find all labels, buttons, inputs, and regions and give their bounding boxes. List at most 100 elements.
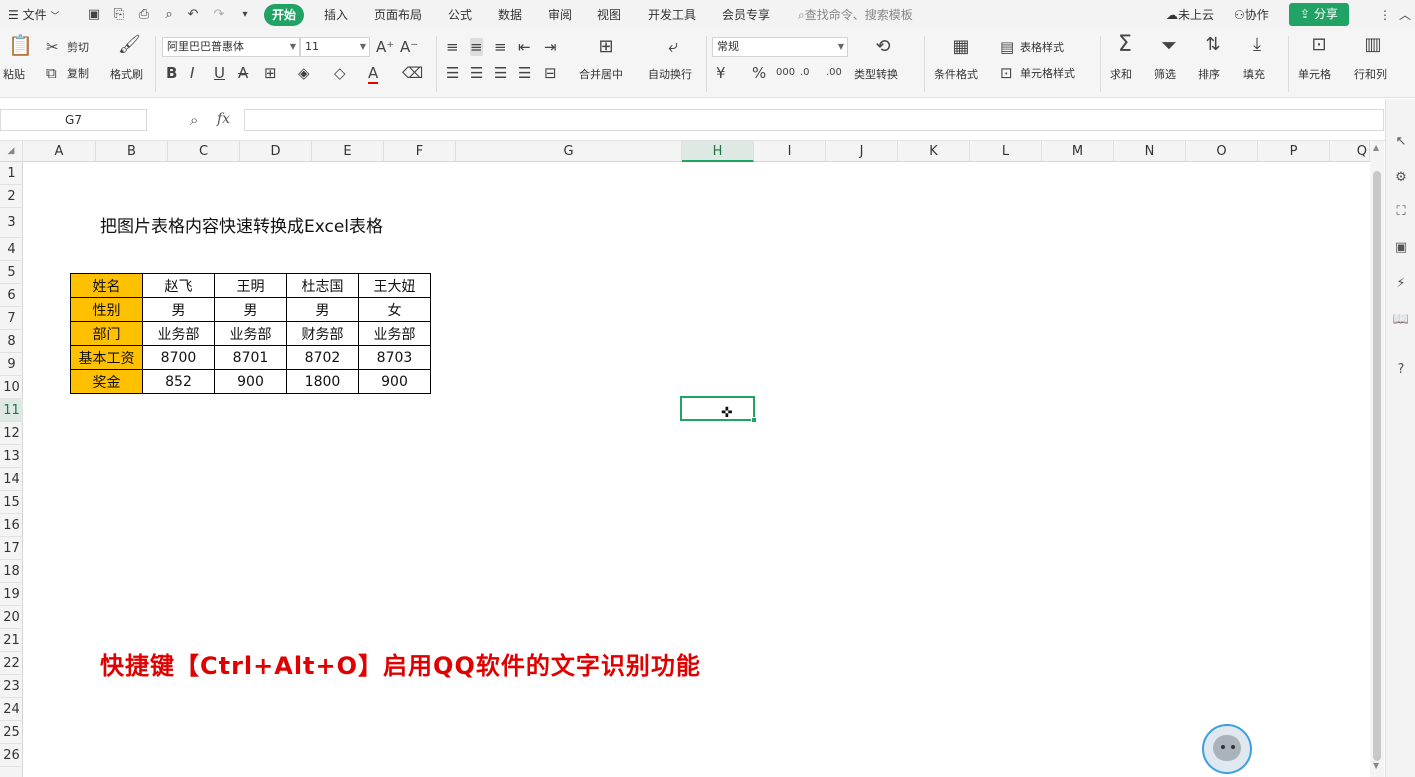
row-header[interactable]: 21 bbox=[0, 629, 23, 652]
table-cell[interactable]: 业务部 bbox=[358, 321, 431, 346]
underline-icon[interactable]: U bbox=[214, 64, 225, 82]
conditional-format-button[interactable]: 条件格式 bbox=[934, 68, 978, 82]
tab-review[interactable]: 审阅 bbox=[548, 0, 572, 30]
align-right-icon[interactable]: ☰ bbox=[494, 64, 507, 82]
share-button[interactable]: ⇪ 分享 bbox=[1289, 3, 1349, 26]
table-cell[interactable]: 852 bbox=[142, 369, 215, 394]
sheet-title-cell[interactable]: 把图片表格内容快速转换成Excel表格 bbox=[100, 212, 383, 237]
row-header[interactable]: 4 bbox=[0, 238, 23, 261]
settings-sliders-icon[interactable]: ⚙ bbox=[1392, 169, 1410, 187]
format-painter-button[interactable]: 格式刷 bbox=[110, 68, 143, 82]
row-header[interactable]: 5 bbox=[0, 261, 23, 284]
row-header[interactable]: 14 bbox=[0, 468, 23, 491]
align-middle-icon[interactable]: ≡ bbox=[470, 38, 483, 56]
active-cell[interactable] bbox=[680, 396, 757, 423]
scroll-down-icon[interactable]: ▼ bbox=[1373, 761, 1379, 770]
merge-center-button[interactable]: 合并居中 bbox=[579, 68, 623, 82]
fill-button[interactable]: 填充 bbox=[1243, 68, 1265, 82]
paste-button[interactable]: 粘贴 bbox=[3, 68, 25, 82]
crop-icon[interactable]: ⛶ bbox=[1392, 203, 1410, 221]
row-header[interactable]: 23 bbox=[0, 675, 23, 698]
row-header[interactable]: 13 bbox=[0, 445, 23, 468]
table-header-cell[interactable]: 性别 bbox=[70, 297, 143, 322]
collab-button[interactable]: ⚇协作 bbox=[1234, 0, 1269, 30]
book-icon[interactable]: 📖 bbox=[1392, 311, 1410, 329]
row-header[interactable]: 17 bbox=[0, 537, 23, 560]
column-header[interactable]: L bbox=[970, 141, 1042, 162]
name-box[interactable]: G7 bbox=[0, 109, 147, 131]
row-header[interactable]: 2 bbox=[0, 185, 23, 208]
help-icon[interactable]: ? bbox=[1392, 361, 1410, 379]
cell-grid[interactable] bbox=[23, 162, 1370, 777]
column-header[interactable]: G bbox=[456, 141, 682, 162]
font-color-icon[interactable]: A bbox=[368, 64, 379, 84]
currency-icon[interactable]: ¥ bbox=[716, 64, 726, 82]
table-cell[interactable]: 男 bbox=[142, 297, 215, 322]
type-convert-button[interactable]: 类型转换 bbox=[854, 68, 898, 82]
table-style-button[interactable]: 表格样式 bbox=[1020, 41, 1064, 55]
table-cell[interactable]: 业务部 bbox=[142, 321, 215, 346]
justify-icon[interactable]: ☰ bbox=[518, 64, 531, 82]
row-header[interactable]: 16 bbox=[0, 514, 23, 537]
row-header[interactable]: 24 bbox=[0, 698, 23, 721]
row-header[interactable]: 1 bbox=[0, 162, 23, 185]
table-cell[interactable]: 杜志国 bbox=[286, 273, 359, 298]
number-format-select[interactable]: 常规 ▼ bbox=[712, 37, 848, 57]
column-header[interactable]: K bbox=[898, 141, 970, 162]
redo-icon[interactable]: ↷ bbox=[210, 6, 228, 24]
decrease-font-icon[interactable]: A⁻ bbox=[400, 38, 418, 56]
filter-button[interactable]: 筛选 bbox=[1154, 68, 1176, 82]
indent-decrease-icon[interactable]: ⇤ bbox=[518, 38, 531, 56]
sort-button[interactable]: 排序 bbox=[1198, 68, 1220, 82]
table-header-cell[interactable]: 部门 bbox=[70, 321, 143, 346]
align-left-icon[interactable]: ☰ bbox=[446, 64, 459, 82]
tab-developer[interactable]: 开发工具 bbox=[648, 0, 696, 30]
table-cell[interactable]: 1800 bbox=[286, 369, 359, 394]
select-all-corner[interactable]: ◢ bbox=[0, 141, 23, 162]
scrollbar-thumb[interactable] bbox=[1373, 171, 1381, 761]
tab-member[interactable]: 会员专享 bbox=[722, 0, 770, 30]
tab-home[interactable]: 开始 bbox=[264, 4, 305, 26]
strikethrough-icon[interactable]: A bbox=[238, 64, 248, 82]
column-header[interactable]: B bbox=[96, 141, 168, 162]
print-preview-icon[interactable]: ⌕ bbox=[160, 6, 178, 24]
row-header-selected[interactable]: 11 bbox=[0, 399, 23, 422]
decrease-decimal-icon[interactable]: .00 bbox=[826, 64, 842, 82]
assistant-avatar[interactable] bbox=[1202, 724, 1252, 774]
thousands-icon[interactable]: 000 bbox=[776, 64, 795, 82]
sum-button[interactable]: 求和 bbox=[1110, 68, 1132, 82]
scroll-up-icon[interactable]: ▲ bbox=[1373, 143, 1379, 152]
collapse-ribbon-icon[interactable]: ︿ bbox=[1396, 6, 1414, 24]
distribute-icon[interactable]: ⊟ bbox=[544, 64, 557, 82]
column-header[interactable]: E bbox=[312, 141, 384, 162]
row-header[interactable]: 12 bbox=[0, 422, 23, 445]
cloud-status[interactable]: ☁未上云 bbox=[1166, 0, 1214, 30]
pointer-icon[interactable]: ↖ bbox=[1392, 133, 1410, 151]
column-header[interactable]: P bbox=[1258, 141, 1330, 162]
tab-formulas[interactable]: 公式 bbox=[448, 0, 472, 30]
zoom-icon[interactable]: ⌕ bbox=[190, 111, 198, 129]
row-header[interactable]: 26 bbox=[0, 744, 23, 767]
shortcut-note-cell[interactable]: 快捷键【Ctrl+Alt+O】启用QQ软件的文字识别功能 bbox=[100, 646, 701, 681]
table-cell[interactable]: 王明 bbox=[214, 273, 287, 298]
percent-icon[interactable]: % bbox=[752, 64, 766, 82]
row-header[interactable]: 20 bbox=[0, 606, 23, 629]
column-header[interactable]: C bbox=[168, 141, 240, 162]
paint-bucket-icon[interactable]: ◇ bbox=[334, 64, 346, 82]
table-cell[interactable]: 财务部 bbox=[286, 321, 359, 346]
command-search[interactable]: ⌕查找命令、搜索模板 bbox=[798, 0, 913, 30]
lightning-icon[interactable]: ⚡ bbox=[1392, 275, 1410, 293]
table-cell[interactable]: 8700 bbox=[142, 345, 215, 370]
table-header-cell[interactable]: 基本工资 bbox=[70, 345, 143, 370]
fill-handle[interactable] bbox=[751, 417, 757, 423]
row-header[interactable]: 7 bbox=[0, 307, 23, 330]
row-header[interactable]: 10 bbox=[0, 376, 23, 399]
increase-font-icon[interactable]: A⁺ bbox=[376, 38, 394, 56]
table-cell[interactable]: 900 bbox=[358, 369, 431, 394]
file-menu[interactable]: ☰ 文件 ﹀ bbox=[8, 0, 59, 30]
row-header[interactable]: 6 bbox=[0, 284, 23, 307]
font-size-select[interactable]: 11 ▼ bbox=[300, 37, 370, 57]
bold-icon[interactable]: B bbox=[166, 64, 177, 82]
vertical-scrollbar[interactable]: ▲ ▼ bbox=[1370, 141, 1384, 777]
table-header-cell[interactable]: 奖金 bbox=[70, 369, 143, 394]
